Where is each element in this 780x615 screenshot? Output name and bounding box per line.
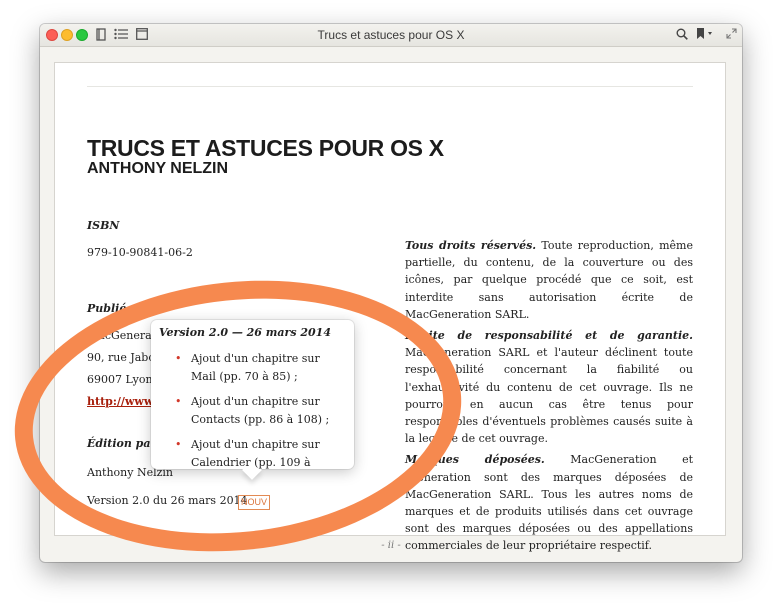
bullet-icon: • (175, 438, 182, 451)
publisher-label: Publié par (87, 302, 151, 315)
bookmark-icon[interactable] (696, 28, 714, 42)
change-list: • Ajout d'un chapitre sur Mail (pp. 70 à … (151, 350, 331, 469)
rights-column: Tous droits réservés. Toute reproduction… (405, 237, 693, 559)
isbn-value: 979-10-90841-06-2 (87, 246, 193, 259)
popover-title: Version 2.0 — 26 mars 2014 (159, 326, 331, 339)
rights-paragraph: Tous droits réservés. Toute reproduction… (405, 239, 693, 321)
liability-paragraph: Limite de responsabilité et de garantie.… (405, 329, 693, 446)
list-item: • Ajout d'un chapitre sur Calendrier (pp.… (175, 438, 320, 469)
page-number: - ii - (381, 540, 401, 551)
book-author: ANTHONY NELZIN (87, 160, 229, 177)
bullet-icon: • (175, 395, 182, 408)
book-title: TRUCS ET ASTUCES POUR OS X (87, 135, 444, 161)
version-notes-popover[interactable]: Version 2.0 — 26 mars 2014 • Ajout d'un c… (151, 320, 354, 480)
search-icon[interactable] (676, 28, 688, 42)
expand-icon[interactable] (726, 28, 737, 42)
window-title: Trucs et astuces pour OS X (317, 28, 465, 42)
new-badge[interactable]: NOUV (238, 495, 271, 510)
list-item: • Ajout d'un chapitre sur Mail (pp. 70 à … (175, 352, 320, 383)
isbn-label: ISBN (87, 219, 120, 232)
popover-content: Version 2.0 — 26 mars 2014 • Ajout d'un c… (151, 320, 354, 469)
list-item: • Ajout d'un chapitre sur Contacts (pp. 8… (175, 395, 330, 426)
reader-window: Trucs et astuces pour OS X TRUCS ET ASTU… (40, 24, 742, 562)
page-header-rule (87, 86, 693, 87)
title-bar: Trucs et astuces pour OS X (40, 24, 742, 47)
version-line: Version 2.0 du 26 mars 2014 (87, 494, 248, 507)
bullet-icon: • (175, 352, 182, 365)
